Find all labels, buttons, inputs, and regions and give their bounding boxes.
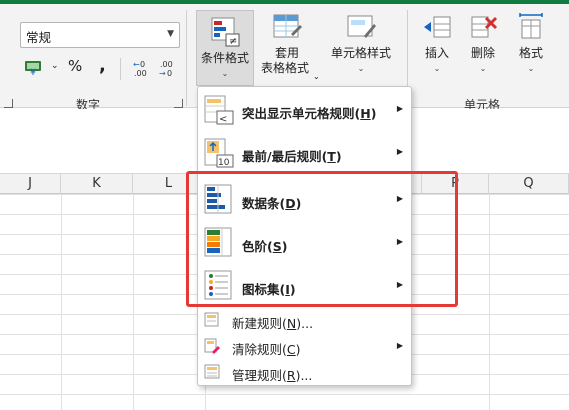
- svg-text:←: ←: [133, 60, 140, 69]
- clear-rules-icon: [204, 338, 220, 354]
- svg-text:.00: .00: [134, 69, 147, 78]
- currency-icon: ¥: [25, 61, 41, 78]
- format-button[interactable]: 格式 ⌄: [510, 12, 552, 88]
- format-label: 格式: [518, 46, 543, 60]
- decrease-decimal-icon: .00 → 0: [159, 60, 173, 78]
- label-tail: ): [295, 342, 301, 357]
- column-header-k[interactable]: K: [61, 174, 133, 194]
- currency-chevron-icon: ⌄: [51, 61, 59, 71]
- delete-cells-icon: [471, 16, 498, 38]
- label-tail: ): [335, 149, 342, 164]
- menu-item-top-bottom-rules[interactable]: 10 最前/最后规则(T) ▶: [198, 133, 413, 175]
- cell-styles-button[interactable]: 单元格样式 ⌄: [324, 12, 398, 88]
- chevron-down-icon: ⌄: [527, 64, 535, 73]
- comma-label: ,: [99, 55, 106, 76]
- new-rule-icon: [204, 312, 219, 327]
- svg-text:→: →: [159, 69, 166, 78]
- chevron-down-icon: ⌄: [433, 64, 441, 73]
- format-as-table-label-2: 表格格式: [260, 61, 309, 75]
- grid-line: [61, 194, 62, 410]
- delete-button[interactable]: 删除 ⌄: [462, 12, 504, 88]
- label-text: 突出显示单元格规则(: [242, 106, 361, 121]
- submenu-arrow-icon: ▶: [396, 147, 403, 156]
- chevron-down-icon: ⌄: [221, 69, 229, 78]
- label-text: 管理规则(: [232, 368, 287, 383]
- format-as-table-icon: [273, 14, 302, 38]
- cell-styles-icon: [347, 15, 376, 38]
- submenu-arrow-icon: ▶: [396, 341, 403, 350]
- currency-symbol: ¥: [30, 68, 36, 76]
- menu-item-new-rule[interactable]: 新建规则(N)...: [198, 309, 413, 333]
- svg-text:.00: .00: [160, 60, 173, 69]
- clipboard-launcher-icon[interactable]: [4, 99, 13, 108]
- top-bottom-rules-icon: 10: [204, 138, 234, 168]
- insert-button[interactable]: 插入 ⌄: [416, 12, 458, 88]
- separator: [186, 10, 187, 106]
- number-format-dropdown[interactable]: 常规 ▼: [20, 22, 180, 48]
- menu-item-highlight-rules[interactable]: < 突出显示单元格规则(H) ▶: [198, 89, 413, 131]
- currency-format-button[interactable]: ¥ ⌄: [24, 58, 59, 78]
- comma-style-button[interactable]: ,: [99, 55, 106, 76]
- conditional-formatting-label: 条件格式: [200, 51, 249, 65]
- svg-text:0: 0: [167, 69, 172, 78]
- chevron-down-icon: ▼: [167, 29, 174, 39]
- grid-line: [133, 194, 134, 410]
- chevron-down-icon: ⌄: [479, 64, 487, 73]
- format-as-table-label-1: 套用: [274, 46, 299, 60]
- grid-line: [489, 194, 490, 410]
- conditional-formatting-button[interactable]: ≠ 条件格式 ⌄: [196, 10, 254, 86]
- increase-decimal-button[interactable]: ← 0 .00: [131, 58, 153, 78]
- column-header-j[interactable]: J: [0, 174, 61, 194]
- menu-item-clear-rules[interactable]: 清除规则(C) ▶: [198, 335, 413, 359]
- decrease-decimal-button[interactable]: .00 → 0: [157, 58, 179, 78]
- cell-styles-label: 单元格样式: [330, 46, 391, 60]
- accelerator-key: N: [286, 316, 297, 331]
- chevron-down-icon: ⌄: [357, 64, 365, 73]
- format-as-table-button[interactable]: 套用 表格格式 ⌄: [256, 12, 320, 88]
- manage-rules-icon: [204, 364, 220, 379]
- number-format-value: 常规: [26, 30, 52, 45]
- label-tail: )...: [295, 368, 313, 383]
- highlight-icon-mini-label: <: [219, 114, 227, 125]
- label-text: 新建规则(: [232, 316, 287, 331]
- insert-label: 插入: [424, 46, 449, 60]
- percent-label: %: [68, 57, 83, 75]
- accelerator-key: H: [360, 106, 371, 121]
- insert-cells-icon: [424, 16, 451, 38]
- top-bottom-icon-mini-label: 10: [218, 158, 230, 168]
- annotation-highlight-box: [186, 171, 458, 307]
- menu-item-label: 突出显示单元格规则(H): [242, 103, 376, 122]
- accelerator-key: C: [286, 342, 296, 357]
- menu-item-manage-rules[interactable]: 管理规则(R)...: [198, 361, 413, 385]
- label-tail: )...: [296, 316, 314, 331]
- menu-item-label: 新建规则(N)...: [232, 313, 313, 332]
- format-cells-icon: [519, 13, 543, 39]
- submenu-arrow-icon: ▶: [396, 104, 403, 113]
- svg-text:0: 0: [140, 60, 145, 69]
- delete-label: 删除: [470, 46, 495, 60]
- accelerator-key: R: [286, 368, 296, 383]
- accelerator-key: T: [327, 149, 336, 164]
- separator: [120, 58, 121, 80]
- increase-decimal-icon: ← 0 .00: [133, 60, 147, 78]
- highlight-rules-icon: <: [204, 95, 234, 125]
- chevron-down-icon: ⌄: [313, 72, 320, 81]
- menu-item-label: 清除规则(C): [232, 339, 301, 358]
- svg-text:≠: ≠: [229, 36, 237, 47]
- number-launcher-icon[interactable]: [174, 99, 183, 108]
- menu-item-label: 管理规则(R)...: [232, 365, 312, 384]
- label-tail: ): [370, 106, 377, 121]
- label-text: 清除规则(: [232, 342, 287, 357]
- column-header-q[interactable]: Q: [489, 174, 569, 194]
- label-text: 最前/最后规则(: [242, 149, 328, 164]
- conditional-formatting-icon: ≠: [211, 17, 240, 47]
- menu-item-label: 最前/最后规则(T): [242, 146, 342, 165]
- percent-style-button[interactable]: %: [68, 57, 82, 77]
